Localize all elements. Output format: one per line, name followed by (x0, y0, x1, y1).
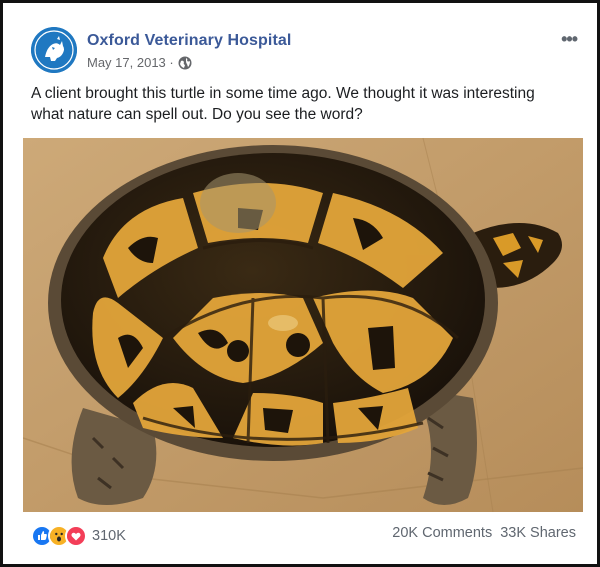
love-icon (65, 525, 87, 547)
post-header: Oxford Veterinary Hospital May 17, 2013 … (31, 27, 581, 77)
post-stats: 20K Comments 33K Shares (392, 525, 576, 541)
globe-icon (178, 56, 192, 70)
post-meta: May 17, 2013 · (87, 55, 192, 70)
comments-count-link[interactable]: 20K Comments (392, 525, 492, 541)
reactions-summary[interactable]: 310K (31, 525, 126, 547)
post-card: Oxford Veterinary Hospital May 17, 2013 … (0, 0, 600, 567)
shares-count-link[interactable]: 33K Shares (500, 525, 576, 541)
post-message: A client brought this turtle in some tim… (31, 85, 535, 123)
page-avatar[interactable] (31, 27, 77, 73)
post-footer: 310K 20K Comments 33K Shares (31, 523, 576, 547)
more-options-icon[interactable]: ••• (561, 29, 578, 50)
turtle-photo (23, 138, 583, 512)
post-date[interactable]: May 17, 2013 · (87, 55, 174, 70)
avatar-logo-icon (31, 27, 77, 73)
page-name-link[interactable]: Oxford Veterinary Hospital (87, 32, 291, 50)
reaction-count: 310K (92, 528, 126, 544)
post-photo[interactable] (23, 138, 583, 512)
